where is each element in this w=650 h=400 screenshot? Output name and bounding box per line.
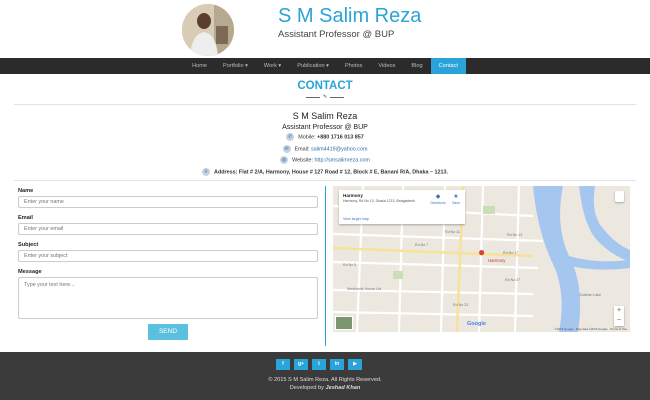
- contact-name: S M Salim Reza: [292, 111, 358, 121]
- mobile-value: +880 1716 013 857: [317, 134, 364, 141]
- site-name[interactable]: S M Salim Reza: [278, 5, 421, 28]
- name-label: Name: [18, 188, 34, 194]
- youtube-icon[interactable]: ▶: [348, 359, 362, 370]
- nav-item-publication[interactable]: Publication ▾: [289, 58, 337, 74]
- address-label: Address:: [214, 169, 238, 176]
- star-icon: ★: [453, 194, 459, 200]
- developed-by-label: Developed by: [289, 385, 324, 391]
- site-subtitle: Assistant Professor @ BUP: [278, 29, 395, 40]
- message-label: Message: [18, 269, 42, 275]
- view-larger-map-link[interactable]: View larger map: [343, 217, 369, 221]
- footer-developer: Developed by Jeshad Khan: [0, 385, 650, 391]
- social-links: f g+ t in ▶: [276, 359, 362, 370]
- street-label: Rd No 11: [445, 230, 460, 234]
- street-label: Rd No 23: [453, 303, 468, 307]
- globe-icon: ◍: [280, 156, 289, 164]
- email-link[interactable]: salim4419@yahoo.com: [311, 146, 367, 152]
- site-footer: f g+ t in ▶ © 2015 S M Salim Reza. All R…: [0, 352, 650, 400]
- contact-email: ✉ Email: salim4419@yahoo.com: [0, 145, 650, 153]
- map-pin-label: Harmony: [488, 258, 506, 263]
- email-input[interactable]: [18, 223, 318, 235]
- footer-copyright: © 2015 S M Salim Reza. All Rights Reserv…: [268, 377, 382, 383]
- directions-icon: ◆: [435, 194, 441, 200]
- street-label: Rd No 7: [415, 243, 428, 247]
- nav-item-contact[interactable]: Contact: [430, 58, 466, 74]
- nav-item-blog[interactable]: Blog: [403, 58, 430, 74]
- directions-button[interactable]: ◆ Directions: [429, 194, 447, 205]
- map-copyright: ©2015 Google · Map data ©2015 Google · T…: [554, 327, 627, 331]
- subject-label: Subject: [18, 242, 39, 248]
- google-logo: Google: [467, 321, 486, 327]
- street-label: Rd No 5: [343, 263, 356, 267]
- contact-position: Assistant Professor @ BUP: [282, 124, 368, 131]
- divider-line-left: [306, 97, 320, 98]
- nav-item-work[interactable]: Work ▾: [256, 58, 289, 74]
- google-map[interactable]: Rd No 17 Rd No 7 Rd No 11 Rd No 13 Rd No…: [333, 186, 630, 332]
- mobile-label: Mobile:: [298, 134, 316, 141]
- save-button[interactable]: ★ Save: [449, 194, 463, 205]
- website-label: Website:: [292, 157, 313, 164]
- nav-item-photos[interactable]: Photos: [337, 58, 370, 74]
- phone-icon: ✆: [286, 133, 295, 141]
- street-view-icon[interactable]: [615, 191, 624, 202]
- area-label: Gulshan Lake: [579, 293, 601, 297]
- twitter-icon[interactable]: t: [312, 359, 326, 370]
- name-input[interactable]: [18, 196, 318, 208]
- google-plus-icon[interactable]: g+: [294, 359, 308, 370]
- profile-photo: [182, 4, 234, 56]
- message-textarea[interactable]: [18, 277, 318, 319]
- linkedin-icon[interactable]: in: [330, 359, 344, 370]
- nav-item-portfolio[interactable]: Portfolio ▾: [215, 58, 256, 74]
- nav-item-videos[interactable]: Videos: [370, 58, 403, 74]
- map-marker-icon[interactable]: ●: [478, 246, 485, 258]
- subject-input[interactable]: [18, 250, 318, 262]
- directions-label: Directions: [430, 201, 446, 205]
- column-divider: [325, 186, 326, 346]
- poi-label: Westlands House Ltd: [347, 287, 381, 291]
- street-label: Rd No 13: [507, 233, 522, 237]
- map-marker-icon: ⌾: [202, 168, 211, 176]
- address-value: Flat # 2/A, Harmony, House # 127 Road # …: [238, 169, 448, 176]
- main-nav: Home Portfolio ▾ Work ▾ Publication ▾ Ph…: [0, 58, 650, 74]
- contact-mobile: ✆ Mobile: +880 1716 013 857: [0, 133, 650, 141]
- map-place-address: Harmony, Rd No 13, Dhaka 1213, Banglades…: [343, 199, 415, 203]
- section-divider: [14, 180, 636, 181]
- map-info-card: Harmony Harmony, Rd No 13, Dhaka 1213, B…: [339, 190, 465, 224]
- email-label: Email: [18, 215, 33, 221]
- send-button[interactable]: SEND: [148, 324, 188, 340]
- heading-divider: ✎: [306, 95, 344, 100]
- satellite-toggle[interactable]: [335, 316, 353, 330]
- website-link[interactable]: http://smsalimreza.com: [314, 157, 369, 163]
- zoom-controls: + −: [614, 306, 624, 326]
- contact-heading: CONTACT: [297, 80, 353, 92]
- section-divider: [14, 104, 636, 105]
- developer-name[interactable]: Jeshad Khan: [325, 385, 360, 391]
- pencil-icon: ✎: [323, 94, 328, 100]
- facebook-icon[interactable]: f: [276, 359, 290, 370]
- divider-line-right: [330, 97, 344, 98]
- contact-website: ◍ Website: http://smsalimreza.com: [0, 156, 650, 164]
- nav-item-home[interactable]: Home: [184, 58, 215, 74]
- contact-address: ⌾ Address: Flat # 2/A, Harmony, House # 1…: [0, 168, 650, 176]
- envelope-icon: ✉: [282, 145, 291, 153]
- email-label: Email:: [294, 146, 310, 153]
- zoom-in-button[interactable]: +: [614, 306, 624, 316]
- save-label: Save: [452, 201, 460, 205]
- site-header: S M Salim Reza Assistant Professor @ BUP: [0, 0, 650, 58]
- street-label: Rd No 17: [503, 251, 518, 255]
- street-label: Rd No 27: [505, 278, 520, 282]
- zoom-out-button[interactable]: −: [614, 316, 624, 326]
